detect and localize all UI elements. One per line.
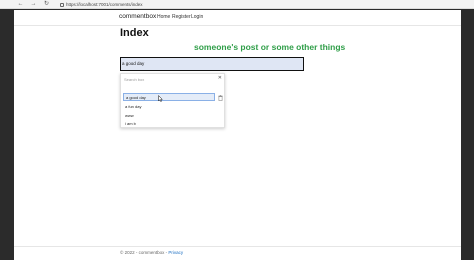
page-title: Index — [120, 27, 149, 39]
footer-copyright: © 2022 - commentbox - — [120, 250, 168, 255]
dropdown-item[interactable]: i am b — [123, 120, 215, 128]
autocomplete-dropdown: Search box ✕ a good day a fun day www i … — [120, 73, 225, 128]
dropdown-item-label: a good day — [126, 95, 146, 100]
dropdown-item-label: a fun day — [125, 104, 142, 109]
post-headline: someone's post or some other things — [194, 42, 346, 52]
back-icon[interactable]: ← — [17, 1, 24, 8]
page-viewport: commentbox Home Register Login Index som… — [14, 10, 461, 260]
nav-register-link[interactable]: Register — [172, 14, 191, 20]
forward-icon[interactable]: → — [30, 1, 37, 8]
address-bar[interactable]: https://localhost:7001/comments/index — [60, 1, 350, 8]
footer-divider — [14, 246, 461, 247]
privacy-link[interactable]: Privacy — [168, 250, 183, 255]
dropdown-item[interactable]: a good day — [123, 93, 215, 102]
lock-icon — [60, 2, 64, 7]
dropdown-search-field[interactable]: Search box — [124, 76, 222, 83]
nav-login-link[interactable]: Login — [191, 14, 203, 20]
navbar: commentbox Home Register Login — [14, 10, 461, 26]
brand-link[interactable]: commentbox — [119, 13, 156, 20]
nav-home-link[interactable]: Home — [157, 14, 170, 20]
close-icon[interactable]: ✕ — [218, 75, 222, 82]
browser-toolbar: ← → ↻ https://localhost:7001/comments/in… — [0, 0, 474, 9]
dropdown-item[interactable]: www — [123, 112, 215, 120]
dropdown-item-label: i am b — [125, 121, 136, 126]
dropdown-item[interactable]: a fun day — [123, 103, 215, 111]
comment-input[interactable]: a good day — [120, 57, 304, 71]
refresh-icon[interactable]: ↻ — [43, 1, 50, 8]
trash-icon[interactable] — [218, 95, 223, 101]
footer: © 2022 - commentbox - Privacy — [120, 250, 183, 255]
dropdown-item-label: www — [125, 113, 134, 118]
mouse-cursor-icon — [158, 95, 163, 102]
address-text: https://localhost:7001/comments/index — [66, 2, 143, 7]
